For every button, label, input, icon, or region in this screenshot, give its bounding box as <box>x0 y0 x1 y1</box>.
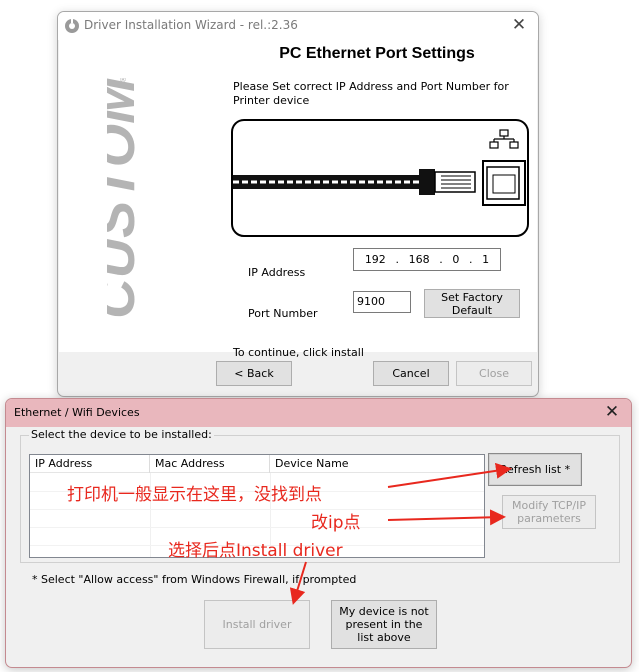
custom-logo: CUSTOM ® <box>107 78 146 318</box>
continue-text: To continue, click install <box>233 346 364 359</box>
modify-tcpip-button[interactable]: Modify TCP/IP parameters <box>502 495 596 529</box>
port-number-label: Port Number <box>248 307 318 320</box>
close-icon[interactable]: ✕ <box>510 15 528 35</box>
firewall-note: * Select "Allow access" from Windows Fir… <box>32 573 357 586</box>
logo-text: CUSTOM <box>107 78 146 318</box>
svg-text:®: ® <box>119 78 127 84</box>
instruction-text: Please Set correct IP Address and Port N… <box>233 80 509 107</box>
devices-titlebar[interactable]: Ethernet / Wifi Devices ✕ <box>6 399 631 427</box>
close-icon[interactable]: ✕ <box>603 402 621 422</box>
device-not-present-button[interactable]: My device is not present in the list abo… <box>331 600 437 649</box>
column-ip-address[interactable]: IP Address <box>30 455 150 473</box>
ip-octet-2[interactable]: 168 <box>409 253 430 266</box>
ip-address-label: IP Address <box>248 266 306 279</box>
group-label: Select the device to be installed: <box>29 428 214 441</box>
wizard-titlebar[interactable]: Driver Installation Wizard - rel.:2.36 ✕ <box>58 12 538 40</box>
ip-octet-4[interactable]: 1 <box>482 253 489 266</box>
wizard-body: CUSTOM ® PC Ethernet Port Settings Pleas… <box>59 40 537 359</box>
column-mac-address[interactable]: Mac Address <box>150 455 270 473</box>
annotation-device-list: 打印机一般显示在这里，没找到点 <box>67 485 322 505</box>
port-number-field[interactable]: 9100 <box>353 291 411 313</box>
column-device-name[interactable]: Device Name <box>270 455 484 473</box>
cancel-button[interactable]: Cancel <box>373 361 449 386</box>
driver-installation-wizard-window: Driver Installation Wizard - rel.:2.36 ✕… <box>57 11 539 397</box>
page-title: PC Ethernet Port Settings <box>279 45 475 62</box>
annotation-install-driver: 选择后点Install driver <box>168 541 343 561</box>
ip-address-field[interactable]: 192 . 168 . 0 . 1 <box>353 248 501 271</box>
device-list-header: IP Address Mac Address Device Name <box>30 455 484 473</box>
ip-octet-3[interactable]: 0 <box>452 253 459 266</box>
set-factory-default-button[interactable]: Set Factory Default <box>424 289 520 318</box>
ip-octet-1[interactable]: 192 <box>365 253 386 266</box>
close-button[interactable]: Close <box>456 361 532 386</box>
ethernet-port-illustration <box>231 119 529 237</box>
back-button[interactable]: < Back <box>216 361 292 386</box>
wizard-title: Driver Installation Wizard - rel.:2.36 <box>84 18 298 32</box>
refresh-list-button[interactable]: Refresh list * <box>488 453 582 486</box>
ethernet-wifi-devices-window: Ethernet / Wifi Devices ✕ Select the dev… <box>5 398 632 668</box>
wizard-app-icon <box>65 18 79 33</box>
install-driver-button[interactable]: Install driver <box>204 600 310 649</box>
devices-title: Ethernet / Wifi Devices <box>14 406 140 419</box>
annotation-modify-ip: 改ip点 <box>311 513 361 533</box>
